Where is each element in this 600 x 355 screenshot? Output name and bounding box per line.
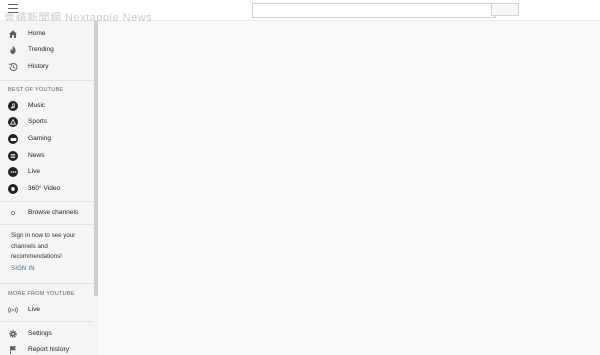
signin-prompt-text: Sign in now to see your channels and rec…	[11, 232, 76, 260]
divider	[0, 80, 94, 81]
search-input[interactable]	[252, 3, 496, 18]
sidebar-item-label: News	[28, 152, 45, 159]
sidebar-item-label: 360° Video	[28, 185, 61, 192]
flag-icon	[8, 345, 18, 355]
sidebar-item-label: Live	[28, 306, 41, 313]
hamburger-menu-icon[interactable]	[8, 4, 18, 13]
sidebar-item-sports[interactable]: Sports	[0, 114, 94, 130]
sidebar-item-news[interactable]: News	[0, 148, 94, 164]
news-icon	[8, 151, 18, 161]
broadcast-icon	[8, 305, 18, 315]
home-icon	[8, 29, 18, 39]
main-content	[98, 21, 600, 355]
sports-icon	[8, 117, 18, 127]
sidebar-item-home[interactable]: Home	[0, 26, 94, 42]
sidebar-item-label: Trending	[28, 46, 54, 53]
sidebar-item-gaming[interactable]: Gaming	[0, 131, 94, 147]
live-icon	[8, 167, 18, 177]
search-button[interactable]	[491, 3, 519, 16]
sidebar-item-label: History	[28, 63, 49, 70]
divider	[0, 224, 94, 225]
signin-link[interactable]: SIGN IN	[11, 266, 35, 272]
sidebar-item-music[interactable]: Music	[0, 98, 94, 114]
sidebar-item-trending[interactable]: Trending	[0, 42, 94, 58]
music-icon	[8, 101, 18, 111]
add-circle-icon	[8, 208, 18, 218]
360-video-icon	[8, 184, 18, 194]
sidebar-item-settings[interactable]: Settings	[0, 326, 94, 342]
sidebar-item-360-video[interactable]: 360° Video	[0, 181, 94, 197]
sidebar-item-label: Report history	[28, 346, 70, 353]
sidebar-item-label: Home	[28, 30, 46, 37]
section-title-more-from-youtube: MORE FROM YOUTUBE	[8, 291, 75, 297]
sidebar-item-browse-channels[interactable]: Browse channels	[0, 205, 94, 221]
divider	[0, 201, 94, 202]
sidebar: Home Trending History BEST OF YOUTUBE Mu…	[0, 21, 98, 355]
sidebar-item-live-channel[interactable]: Live	[0, 302, 94, 318]
history-icon	[8, 62, 18, 72]
top-bar: 壹蘋新聞網 Nextapple News	[0, 0, 600, 24]
sidebar-item-live[interactable]: Live	[0, 164, 94, 180]
divider	[0, 321, 94, 322]
section-title-best-of-youtube: BEST OF YOUTUBE	[8, 87, 64, 93]
sidebar-item-label: Sports	[28, 118, 48, 125]
sidebar-item-label: Gaming	[28, 135, 52, 142]
sidebar-item-report-history[interactable]: Report history	[0, 342, 94, 355]
sidebar-item-label: Browse channels	[28, 209, 79, 216]
gaming-icon	[8, 134, 18, 144]
gear-icon	[8, 329, 18, 339]
sidebar-item-history[interactable]: History	[0, 59, 94, 75]
sidebar-item-label: Settings	[28, 330, 52, 337]
divider	[0, 283, 94, 284]
flame-icon	[8, 45, 18, 55]
sidebar-item-label: Live	[28, 168, 41, 175]
sidebar-item-label: Music	[28, 102, 46, 109]
